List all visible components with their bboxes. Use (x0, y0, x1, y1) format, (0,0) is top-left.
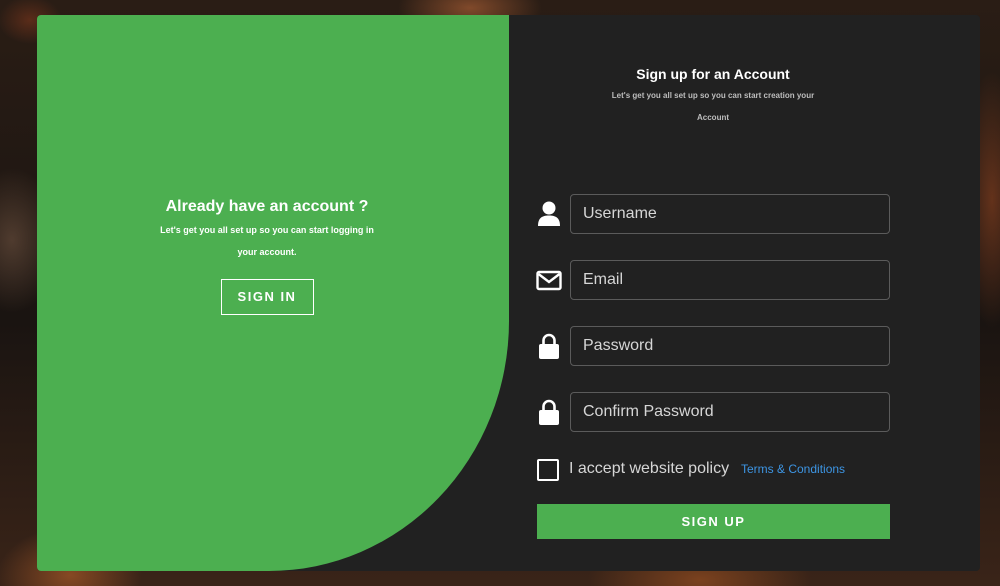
terms-link[interactable]: Terms & Conditions (741, 462, 845, 476)
signup-subtitle: Let's get you all set up so you can star… (611, 91, 815, 122)
confirm-password-row (536, 392, 890, 432)
signup-header: Sign up for an Account Let's get you all… (537, 65, 889, 129)
policy-checkbox[interactable] (537, 459, 559, 481)
lock-icon (536, 332, 562, 360)
signup-heading: Sign up for an Account (636, 66, 790, 82)
sign-in-button[interactable]: SIGN IN (220, 279, 314, 315)
email-row (536, 260, 890, 300)
signin-subtitle: Let's get you all set up so you can star… (160, 225, 374, 257)
user-icon (536, 200, 562, 228)
policy-label: I accept website policy (569, 460, 730, 477)
username-row (536, 194, 890, 234)
password-input[interactable] (570, 326, 890, 366)
envelope-icon (536, 266, 562, 294)
email-input[interactable] (570, 260, 890, 300)
sign-up-button[interactable]: SIGN UP (537, 504, 890, 539)
password-row (536, 326, 890, 366)
username-input[interactable] (570, 194, 890, 234)
lock-icon (536, 398, 562, 426)
signin-heading: Already have an account ? (165, 198, 369, 215)
policy-row: I accept website policy Terms & Conditio… (537, 458, 897, 482)
confirm-password-input[interactable] (570, 392, 890, 432)
signin-section: Already have an account ? Let's get you … (37, 197, 497, 315)
